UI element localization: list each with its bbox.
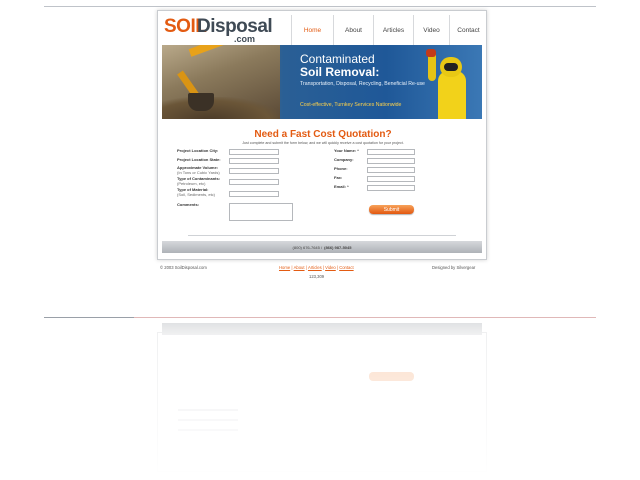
contaminants-input[interactable] [229,179,279,185]
excavator-arm-graphic [188,45,273,57]
project-city-input[interactable] [229,149,279,155]
email-input[interactable] [367,185,415,191]
phone-primary: (800) 676-7645 / [292,244,323,250]
label-phone: Phone: [334,166,348,171]
soil-pile-graphic [162,97,280,119]
nav-articles[interactable]: Articles [373,15,413,45]
label-project-state: Project Location State: [177,157,221,162]
label-material: Type of Material: (Soil, Sediments, etc) [177,187,216,197]
excavator-image [162,45,280,119]
copyright-text: © 2003 SoilDisposal.com [160,265,207,270]
project-state-input[interactable] [229,158,279,164]
phone-secondary: (866) 987-5045 [324,244,352,250]
reflection-fade [0,318,640,480]
form-divider [188,235,456,236]
phone-input[interactable] [367,167,415,173]
gas-mask-graphic [444,63,458,71]
site-logo[interactable]: SOIL Disposal .com [164,17,273,45]
company-input[interactable] [367,158,415,164]
logo-com-text: .com [234,34,256,44]
hazmat-worker-image [426,49,478,119]
label-email: Email: * [334,184,349,189]
top-divider [44,6,596,7]
submit-button[interactable]: Submit [369,205,414,214]
approx-volume-input[interactable] [229,168,279,174]
comments-textarea[interactable] [229,203,293,221]
label-fax: Fax: [334,175,343,180]
phone-footer-bar: (800) 676-7645 / (866) 987-5045 [162,241,482,253]
hero-banner: Contaminated Soil Removal: Transportatio… [162,45,482,119]
footer-link-about[interactable]: About [294,265,305,270]
banner-tagline: Cost-effective, Turnkey Services Nationw… [300,102,402,108]
label-contaminants-hint: (Petroleum, etc) [177,180,206,186]
footer-link-articles[interactable]: Articles [308,265,322,270]
nav-video[interactable]: Video [413,15,449,45]
nav-about[interactable]: About [333,15,373,45]
main-nav: Home About Articles Video Contact [291,15,487,45]
your-name-input[interactable] [367,149,415,155]
label-your-name: Your Name: * [334,148,359,153]
form-title: Need a Fast Cost Quotation? [254,129,392,140]
label-approx-volume-hint: (In Tons or Cubic Yards) [177,169,220,175]
nav-contact[interactable]: Contact [449,15,487,45]
fax-input[interactable] [367,176,415,182]
footer-link-video[interactable]: Video [325,265,336,270]
nav-home[interactable]: Home [291,15,333,45]
material-input[interactable] [229,191,279,197]
banner-title-line2: Soil Removal: [300,65,380,79]
excavator-bucket-graphic [188,93,214,111]
label-contaminants: Type of Contaminants: (Petroleum, etc) [177,176,220,186]
hazmat-suit-graphic [438,71,466,119]
label-comments: Comments: [177,202,200,207]
designer-credit: Designed by Silvergear [432,265,476,270]
label-approx-volume: Approximate Volume: (In Tons or Cubic Ya… [177,165,220,175]
visitor-counter: 123,309 [309,274,325,279]
label-company: Company: [334,157,354,162]
banner-subtitle: Transportation, Disposal, Recycling, Ben… [300,81,425,87]
website-frame: SOIL Disposal .com Home About Articles V… [157,10,487,260]
label-project-city: Project Location City: [177,148,219,153]
hazmat-glove-graphic [426,49,436,57]
footer-links: Home | About | Articles | Video | Contac… [279,265,354,270]
site-header: SOIL Disposal .com Home About Articles V… [162,15,482,45]
footer-link-contact[interactable]: Contact [339,265,353,270]
label-material-hint: (Soil, Sediments, etc) [177,191,216,197]
footer-link-home[interactable]: Home [279,265,290,270]
form-intro: Just complete and submit the form below,… [242,141,404,145]
